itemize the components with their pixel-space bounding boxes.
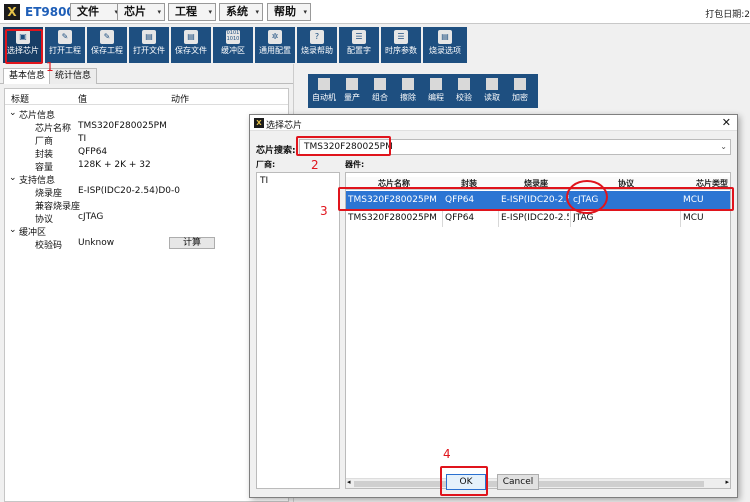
highlight-selected-row	[338, 187, 734, 211]
dropdown-arrow-icon: ▾	[157, 8, 161, 16]
chevron-down-icon[interactable]: ⌄	[720, 140, 727, 154]
list-icon: ☰	[352, 30, 366, 44]
chip-info-tree: 标题 值 动作 ⌄ 芯片信息 芯片名称 TMS320F280025PM 厂商 TI 封…	[4, 88, 289, 502]
cancel-button[interactable]: Cancel	[497, 474, 539, 490]
open-file-icon: ▤	[142, 30, 156, 44]
quick-toolbar: 自动机 量产 组合 擦除 编程 校验 读取 加密	[308, 74, 538, 108]
program-icon	[430, 78, 442, 90]
tree-header: 标题 值 动作	[5, 89, 288, 105]
tree-row: 兼容烧录座	[35, 202, 81, 212]
encrypt-icon	[514, 78, 526, 90]
timing-params-button[interactable]: ☰ 时序参数	[381, 27, 421, 63]
tree-group[interactable]: ⌄ 芯片信息	[5, 107, 288, 121]
step-number: 4	[443, 447, 451, 461]
tree-row: 烧录座 E-ISP(IDC20-2.54)D0-0	[35, 186, 180, 199]
parts-label: 器件:	[345, 160, 365, 169]
mass-production-icon	[346, 78, 358, 90]
highlight-select-chip	[5, 29, 43, 64]
calculate-button[interactable]: 计算	[169, 237, 215, 249]
tree-row: 芯片名称 TMS320F280025PM	[35, 121, 167, 134]
burn-help-button[interactable]: ? 烧录帮助	[297, 27, 337, 63]
tree-row: 封装 QFP64	[35, 147, 108, 160]
scroll-left-icon[interactable]: ◂	[347, 478, 351, 486]
general-config-button[interactable]: ✲ 通用配置	[255, 27, 295, 63]
buffer-button[interactable]: 0101 1010 缓冲区	[213, 27, 253, 63]
read-icon	[486, 78, 498, 90]
erase-icon	[402, 78, 414, 90]
highlight-protocol	[566, 180, 608, 214]
app-title: ET9800	[25, 5, 75, 19]
dropdown-arrow-icon: ▾	[255, 8, 259, 16]
app-logo-icon: X	[4, 4, 20, 20]
open-project-icon: ✎	[58, 30, 72, 44]
config-word-button[interactable]: ☰ 配置字	[339, 27, 379, 63]
close-icon[interactable]: ✕	[722, 116, 731, 129]
app-logo-icon: X	[254, 118, 264, 128]
verify-button[interactable]: 校验	[451, 76, 477, 106]
dropdown-arrow-icon: ▾	[208, 8, 212, 16]
table-row[interactable]: TMS320F280025PM QFP64 E-ISP(IDC20-2.5...…	[346, 209, 730, 227]
help-icon: ?	[310, 30, 324, 44]
open-project-button[interactable]: ✎ 打开工程	[45, 27, 85, 63]
vendor-label: 厂商:	[256, 160, 276, 169]
chevron-down-icon: ⌄	[9, 173, 17, 183]
print-date: 打包日期:2	[705, 10, 750, 20]
combine-icon	[374, 78, 386, 90]
save-file-icon: ▤	[184, 30, 198, 44]
buffer-icon: 0101 1010	[226, 30, 240, 44]
erase-button[interactable]: 擦除	[395, 76, 421, 106]
tree-row: 容量 128K + 2K + 32	[35, 160, 151, 173]
save-project-button[interactable]: ✎ 保存工程	[87, 27, 127, 63]
select-chip-dialog: X 选择芯片 ✕ 芯片搜索: TMS320F280025PM ⌄ 厂商: 器件: …	[249, 114, 738, 498]
tab-statistics[interactable]: 统计信息	[49, 68, 98, 84]
search-label: 芯片搜索:	[256, 146, 296, 156]
gear-icon: ✲	[268, 30, 282, 44]
tree-row: 协议 cJTAG	[35, 212, 104, 225]
auto-icon	[318, 78, 330, 90]
combine-button[interactable]: 组合	[367, 76, 393, 106]
mass-production-button[interactable]: 量产	[339, 76, 365, 106]
menu-file[interactable]: 文件▾	[70, 3, 122, 21]
burn-options-button[interactable]: ▤ 烧录选项	[423, 27, 467, 63]
save-file-button[interactable]: ▤ 保存文件	[171, 27, 211, 63]
dropdown-arrow-icon: ▾	[303, 8, 307, 16]
program-button[interactable]: 编程	[423, 76, 449, 106]
verify-icon	[458, 78, 470, 90]
read-button[interactable]: 读取	[479, 76, 505, 106]
list-item[interactable]: TI	[260, 176, 268, 186]
main-toolbar: ▣ 选择芯片 ✎ 打开工程 ✎ 保存工程 ▤ 打开文件 ▤ 保存文件 0101 1010 缓…	[0, 26, 750, 64]
menu-bar: X ET9800 文件▾ 芯片▾ 工程▾ 系统▾ 帮助▾ 打包日期:2	[0, 0, 750, 24]
chevron-down-icon: ⌄	[9, 108, 17, 118]
tab-basic-info[interactable]: 基本信息	[3, 68, 52, 84]
highlight-search-box	[296, 136, 391, 156]
step-number: 1	[46, 60, 54, 74]
menu-chip[interactable]: 芯片 ▾	[117, 3, 165, 21]
encrypt-button[interactable]: 加密	[507, 76, 533, 106]
chevron-down-icon: ⌄	[9, 225, 17, 235]
timing-icon: ☰	[394, 30, 408, 44]
dialog-titlebar: X 选择芯片 ✕	[250, 115, 737, 131]
menu-project[interactable]: 工程 ▾	[168, 3, 216, 21]
save-project-icon: ✎	[100, 30, 114, 44]
parts-grid: 芯片名称 封装 烧录座 协议 芯片类型 TMS320F280025PM QFP6…	[345, 172, 731, 489]
highlight-ok-button	[440, 466, 488, 496]
info-tabs: 基本信息 统计信息	[0, 66, 300, 84]
step-number: 3	[320, 204, 328, 218]
menu-help[interactable]: 帮助 ▾	[267, 3, 311, 21]
tree-group[interactable]: ⌄ 缓冲区	[5, 224, 288, 238]
tree-row: 校验码 Unknow 计算	[5, 237, 288, 251]
open-file-button[interactable]: ▤ 打开文件	[129, 27, 169, 63]
scroll-right-icon[interactable]: ▸	[725, 478, 729, 486]
step-number: 2	[311, 158, 319, 172]
menu-system[interactable]: 系统 ▾	[219, 3, 263, 21]
vendor-list[interactable]: TI	[256, 172, 340, 489]
tree-row: 厂商 TI	[35, 134, 87, 147]
options-icon: ▤	[438, 30, 452, 44]
auto-button[interactable]: 自动机	[311, 76, 337, 106]
tree-group[interactable]: ⌄ 支持信息	[5, 172, 288, 186]
